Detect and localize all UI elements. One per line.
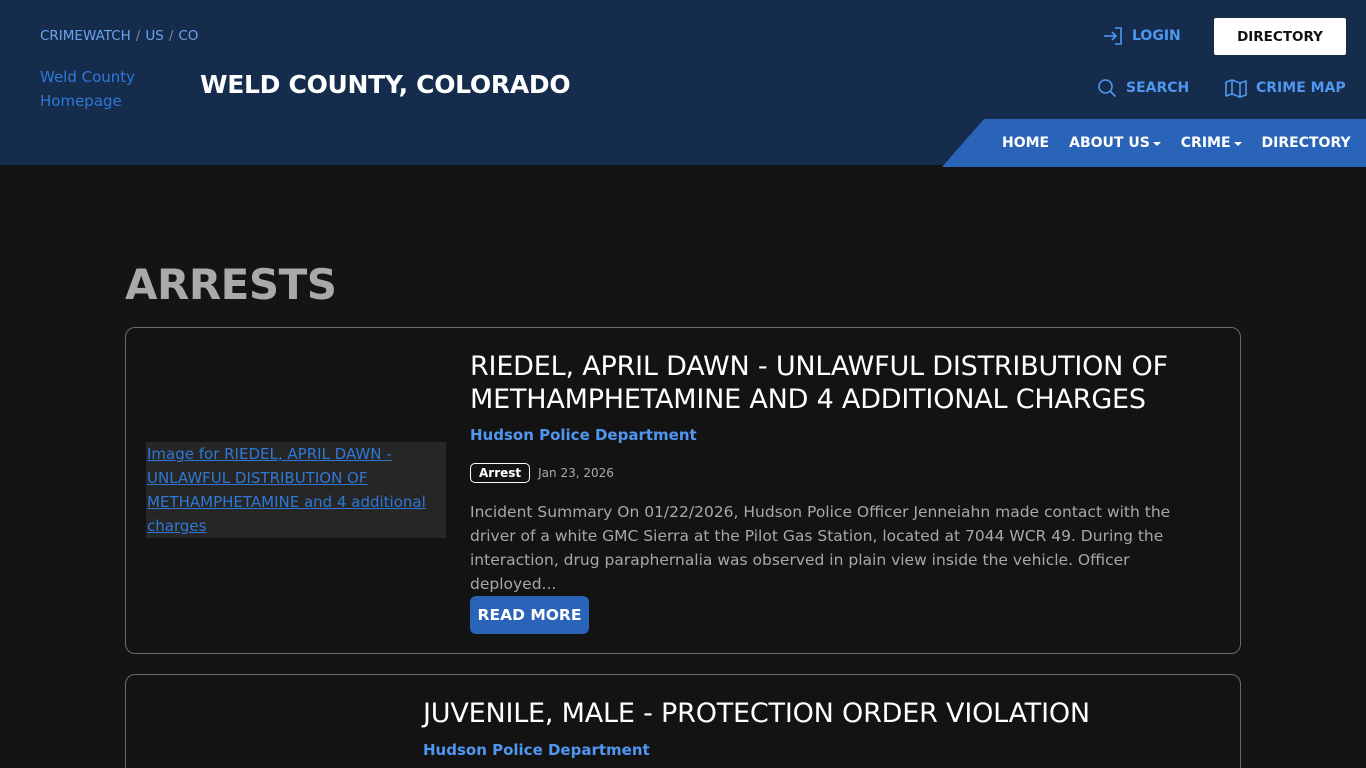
breadcrumb-separator: /	[135, 28, 141, 44]
map-icon	[1225, 79, 1247, 98]
login-link[interactable]: LOGIN	[1102, 26, 1181, 46]
chevron-down-icon	[1152, 141, 1161, 146]
post-summary: Incident Summary On 01/22/2026, Hudson P…	[470, 503, 1171, 593]
category-badge: Arrest	[470, 463, 531, 483]
site-header: CRIMEWATCH / US / CO Weld County Homepag…	[0, 0, 1366, 167]
page-title: ARRESTS	[125, 260, 337, 309]
nav-about-us[interactable]: ABOUT US	[1069, 135, 1161, 151]
post-image-link[interactable]: Image for RIEDEL, APRIL DAWN - UNLAWFUL …	[146, 442, 446, 538]
nav-about-us-label: ABOUT US	[1069, 135, 1150, 151]
chevron-down-icon	[1233, 141, 1242, 146]
post-department[interactable]: Hudson Police Department	[423, 741, 650, 759]
login-icon	[1104, 27, 1122, 45]
nav-directory-label: DIRECTORY	[1261, 135, 1351, 151]
post-title[interactable]: RIEDEL, APRIL DAWN - UNLAWFUL DISTRIBUTI…	[470, 350, 1210, 416]
breadcrumb-crimewatch[interactable]: CRIMEWATCH	[40, 28, 131, 44]
nav-crime[interactable]: CRIME	[1181, 135, 1242, 151]
search-label: SEARCH	[1126, 80, 1190, 96]
search-link[interactable]: SEARCH	[1097, 78, 1189, 98]
nav-home[interactable]: HOME	[1002, 135, 1049, 151]
directory-button[interactable]: DIRECTORY	[1214, 18, 1346, 55]
site-title: WELD COUNTY, COLORADO	[200, 70, 571, 99]
breadcrumb-us[interactable]: US	[145, 28, 163, 44]
login-label: LOGIN	[1132, 28, 1181, 44]
post-meta: Arrest Jan 23, 2026	[470, 463, 614, 483]
post-card: Image for RIEDEL, APRIL DAWN - UNLAWFUL …	[125, 327, 1241, 654]
county-logo-link[interactable]: Weld County Homepage	[40, 65, 170, 113]
post-title[interactable]: JUVENILE, MALE - PROTECTION ORDER VIOLAT…	[423, 697, 1163, 730]
post-date: Jan 23, 2026	[538, 466, 614, 480]
read-more-button[interactable]: READ MORE	[470, 596, 589, 634]
nav-home-label: HOME	[1002, 135, 1050, 151]
post-card: JUVENILE, MALE - PROTECTION ORDER VIOLAT…	[125, 674, 1241, 768]
breadcrumb: CRIMEWATCH / US / CO	[40, 28, 198, 44]
nav-directory[interactable]: DIRECTORY	[1262, 135, 1351, 151]
main-nav: HOME ABOUT US CRIME DIRECTORY	[942, 119, 1366, 167]
breadcrumb-co[interactable]: CO	[178, 28, 198, 44]
search-icon	[1098, 79, 1117, 98]
breadcrumb-separator: /	[168, 28, 174, 44]
post-department[interactable]: Hudson Police Department	[470, 426, 697, 444]
nav-crime-label: CRIME	[1180, 135, 1231, 151]
crime-map-label: CRIME MAP	[1256, 80, 1346, 96]
crime-map-link[interactable]: CRIME MAP	[1225, 78, 1346, 98]
